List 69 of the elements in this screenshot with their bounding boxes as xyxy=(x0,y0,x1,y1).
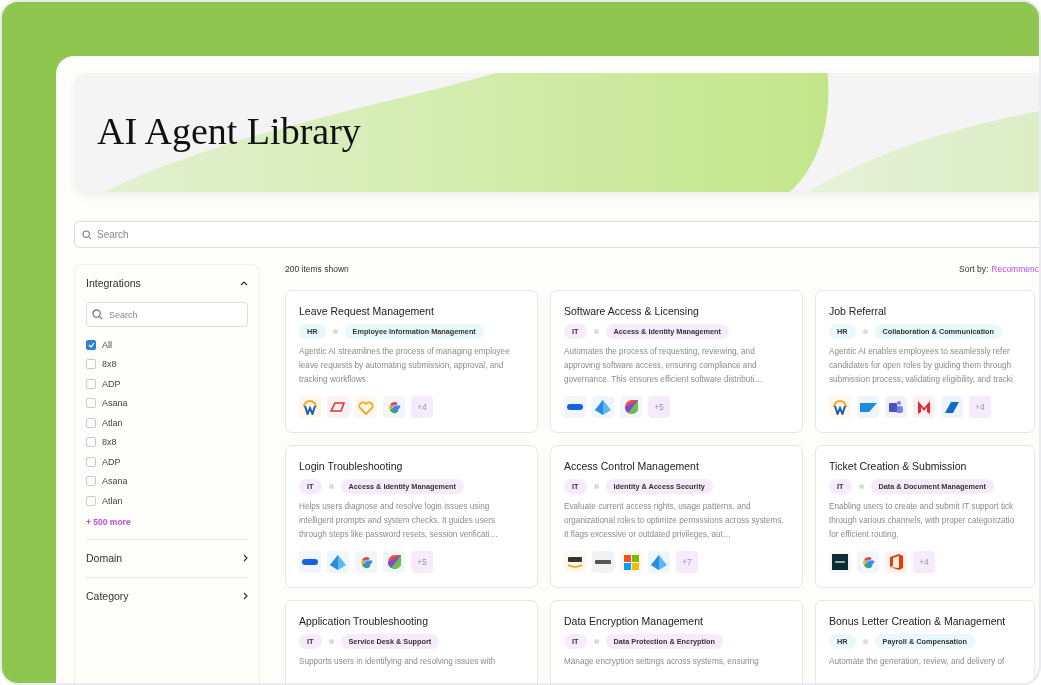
option-label: 8x8 xyxy=(102,359,117,370)
option-label: 8x8 xyxy=(102,437,117,448)
card-title: Access Control Management xyxy=(564,460,700,472)
option-label: Atlan xyxy=(102,417,123,428)
checkbox[interactable] xyxy=(86,339,96,350)
separator-dot xyxy=(593,329,599,334)
smile-icon xyxy=(567,556,583,568)
agent-card[interactable] xyxy=(550,445,803,588)
checkbox[interactable] xyxy=(86,476,96,487)
card-title: Data Encryption Management xyxy=(564,615,704,627)
more-count: +5 xyxy=(648,396,670,418)
results-count: 200 items shown xyxy=(285,264,349,274)
card-description: Agentic AI streamlines the process of managing employee leave requests by automating submission, approval, and tracking workflows. xyxy=(299,346,511,386)
more-count: +4 xyxy=(411,396,433,418)
more-count: +4 xyxy=(969,396,991,418)
separator-dot xyxy=(862,639,868,644)
card-title: Job Referral xyxy=(829,305,888,317)
card-title: Login Troubleshooting xyxy=(299,460,404,472)
card-title: Leave Request Management xyxy=(299,305,435,317)
card-title: Ticket Creation & Submission xyxy=(829,460,968,472)
checkbox[interactable] xyxy=(86,417,96,428)
filter-search-field[interactable]: Search xyxy=(86,302,248,327)
card-description: Automate the generation, review, and delivery of xyxy=(829,656,1006,668)
more-count: +5 xyxy=(411,551,433,573)
checkbox[interactable] xyxy=(86,378,96,389)
page-title: AI Agent Library xyxy=(97,108,361,153)
option-label: All xyxy=(102,339,112,350)
sort-label: Sort by: Recommenc xyxy=(959,264,1039,274)
option-label: Asana xyxy=(102,476,128,487)
option-label: ADP xyxy=(102,456,121,467)
agent-card[interactable] xyxy=(285,445,538,588)
checkbox[interactable] xyxy=(86,456,96,467)
separator-dot xyxy=(332,329,338,334)
search-icon xyxy=(82,229,92,240)
checkbox[interactable] xyxy=(86,495,96,506)
separator-dot xyxy=(328,484,334,489)
filter-section-header[interactable]: Category xyxy=(86,577,248,615)
filter-section-header[interactable]: Domain xyxy=(86,539,248,577)
search-field[interactable]: Search xyxy=(74,221,1039,248)
card-description: Enabling users to create and submit IT support tick through various channels, with proper categorizatio for efficient routing. xyxy=(829,501,1016,541)
checkbox[interactable] xyxy=(86,359,96,370)
card-title: Bonus Letter Creation & Management xyxy=(829,615,1007,627)
separator-dot xyxy=(593,639,599,644)
separator-dot xyxy=(862,329,868,334)
sort-dropdown[interactable]: Recommenc xyxy=(988,264,1039,274)
card-description: Evaluate current access rights, usage patterns, and organizational roles to optimize permissions across systems. It flags excessive or outdated privileges, aut… xyxy=(564,501,785,541)
bar-icon xyxy=(595,560,611,564)
card-description: Agentic AI enables employees to seamlessly refer candidates for open roles by guiding them through submission process, validating eligibility, and tracki xyxy=(829,346,1014,386)
checkbox[interactable] xyxy=(86,437,96,448)
card-description: Helps users diagnose and resolve login issues using intelligent prompts and system checks. It guides users through steps like password resets, session verificati… xyxy=(299,501,499,541)
agent-card[interactable] xyxy=(815,290,1035,433)
card-description: Automates the process of requesting, reviewing, and approving software access, ensuring compliance and governance. This ensures efficient software distributi… xyxy=(564,346,764,386)
filter-section-header[interactable]: Integrations xyxy=(86,265,248,302)
agent-card[interactable] xyxy=(550,290,803,433)
option-label: Atlan xyxy=(102,495,123,506)
separator-dot xyxy=(858,484,864,489)
more-count: +4 xyxy=(913,551,935,573)
show-more-link[interactable]: + 500 more xyxy=(86,516,131,527)
card-description: Manage encryption settings across systems, ensuring xyxy=(564,656,760,668)
option-label: Asana xyxy=(102,398,128,409)
separator-dot xyxy=(593,484,599,489)
search-icon xyxy=(92,309,103,320)
card-title: Application Troubleshooting xyxy=(299,615,429,627)
card-title: Software Access & Licensing xyxy=(564,305,700,317)
separator-dot xyxy=(328,639,334,644)
more-count: +7 xyxy=(676,551,698,573)
option-label: ADP xyxy=(102,378,121,389)
card-description: Supports users in identifying and resolving issues with xyxy=(299,656,497,668)
checkbox[interactable] xyxy=(86,398,96,409)
